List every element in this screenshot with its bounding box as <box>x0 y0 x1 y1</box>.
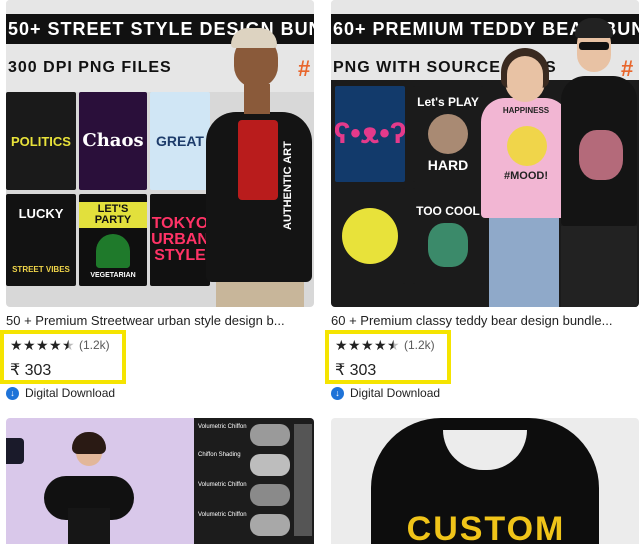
star-icon: ★ <box>374 337 387 353</box>
model-neck <box>244 84 270 114</box>
app-icon <box>6 438 24 464</box>
brush-label: Volumetric Chiffon <box>198 482 247 488</box>
shirt-print-text: #MOOD! <box>504 170 548 182</box>
product-card[interactable]: 50+ STREET STYLE DESIGN BUNDLE 300 DPI P… <box>0 0 314 400</box>
design-tile: ʕ•ᴥ•ʔ <box>335 86 405 182</box>
model-cap <box>575 18 613 38</box>
product-card[interactable]: 60+ PREMIUM TEDDY BEAR BUNDLE PNG WITH S… <box>325 0 639 400</box>
model-sunglasses <box>579 42 609 50</box>
download-icon: ↓ <box>331 386 344 400</box>
brush-preview <box>250 424 290 446</box>
design-tile: LET'S PARTY VEGETARIAN <box>79 194 147 286</box>
brush-preview-column <box>294 424 312 536</box>
product-thumbnail[interactable]: 50+ STREET STYLE DESIGN BUNDLE 300 DPI P… <box>6 0 314 307</box>
rating-row: ★ ★ ★ ★ ★ (1.2k) <box>335 336 447 354</box>
hashtag: # <box>621 56 634 81</box>
hashtag: # <box>298 56 311 81</box>
product-title[interactable]: 60 + Premium classy teddy bear design bu… <box>331 313 639 328</box>
design-tile <box>335 188 405 284</box>
model-jeans <box>489 218 559 307</box>
star-icon: ★ <box>36 337 49 353</box>
star-icon: ★ <box>10 337 23 353</box>
model-cap <box>231 28 277 48</box>
brush-preview <box>250 454 290 476</box>
shirt-print <box>238 120 278 200</box>
star-icon: ★ <box>348 337 361 353</box>
rating-row: ★ ★ ★ ★ ★ (1.2k) <box>10 336 122 354</box>
star-icon: ★ <box>23 337 36 353</box>
design-tile: POLITICS <box>6 92 76 190</box>
brush-label: Volumetric Chiffon <box>198 512 247 518</box>
price: ₹ 303 <box>10 362 52 379</box>
product-thumbnail[interactable]: 60+ PREMIUM TEDDY BEAR BUNDLE PNG WITH S… <box>331 0 639 307</box>
model-face <box>507 56 543 102</box>
model-pants <box>561 226 637 307</box>
shirt-bear-print <box>579 130 623 180</box>
design-tile: Let's PLAY HARD <box>413 86 483 182</box>
digital-download-badge: ↓ Digital Download <box>6 386 314 400</box>
star-half-icon: ★ <box>62 337 75 353</box>
price-rating-highlight: ★ ★ ★ ★ ★ (1.2k) ₹ 303 <box>0 330 126 384</box>
design-tile: Chaos <box>79 92 147 190</box>
digital-download-badge: ↓ Digital Download <box>331 386 639 400</box>
brush-preview <box>250 514 290 536</box>
brush-label: Volumetric Chiffon <box>198 424 247 430</box>
star-rating: ★ ★ ★ ★ ★ <box>335 338 400 352</box>
download-label: Digital Download <box>350 386 441 400</box>
design-tile: LUCKY STREET VIBES <box>6 194 76 286</box>
download-icon: ↓ <box>6 386 19 400</box>
star-icon: ★ <box>361 337 374 353</box>
brush-label: Chiffon Shading <box>198 452 241 458</box>
star-icon: ★ <box>335 337 348 353</box>
star-icon: ★ <box>49 337 62 353</box>
product-title[interactable]: 50 + Premium Streetwear urban style desi… <box>6 313 314 328</box>
shirt-print-text: AUTHENTIC ART <box>282 141 294 230</box>
brush-panel: Volumetric Chiffon Chiffon Shading Volum… <box>194 418 314 544</box>
product-card[interactable]: CUSTOM <box>331 418 639 544</box>
shirt-print-text: HAPPINESS <box>502 106 550 115</box>
rating-count: (1.2k) <box>79 338 110 352</box>
price-rating-highlight: ★ ★ ★ ★ ★ (1.2k) ₹ 303 <box>325 330 451 384</box>
model-hair <box>72 432 106 454</box>
design-tile: TOKYO URBAN STYLE <box>150 194 210 286</box>
download-label: Digital Download <box>25 386 116 400</box>
brush-preview <box>250 484 290 506</box>
shirt-bear-print <box>507 126 547 166</box>
model-dress <box>68 508 110 544</box>
product-thumbnail[interactable]: CUSTOM <box>331 418 639 544</box>
price: ₹ 303 <box>335 362 377 379</box>
hoodie-print-text: CUSTOM <box>406 510 566 544</box>
star-rating: ★ ★ ★ ★ ★ <box>10 338 75 352</box>
product-card[interactable]: Volumetric Chiffon Chiffon Shading Volum… <box>6 418 314 544</box>
design-tile: GREAT <box>150 92 210 190</box>
rating-count: (1.2k) <box>404 338 435 352</box>
design-tile: TOO COOL <box>413 188 483 284</box>
star-half-icon: ★ <box>387 337 400 353</box>
product-thumbnail[interactable]: Volumetric Chiffon Chiffon Shading Volum… <box>6 418 314 544</box>
model-shorts <box>216 282 304 307</box>
